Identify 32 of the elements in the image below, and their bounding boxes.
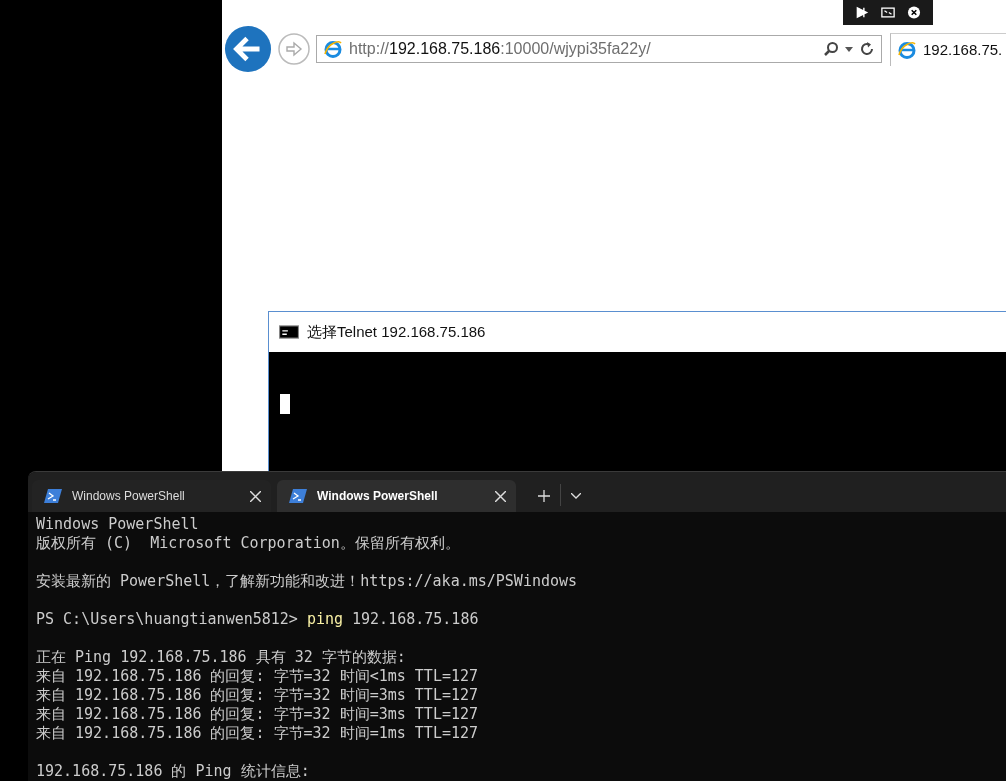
terminal-line: 正在 Ping 192.168.75.186 具有 32 字节的数据:: [36, 648, 407, 667]
close-icon[interactable]: [907, 6, 921, 19]
terminal-line: 来自 192.168.75.186 的回复: 字节=32 时间<1ms TTL=127: [36, 667, 480, 686]
address-bar[interactable]: http://192.168.75.186:10000/wjypi35fa22y/: [316, 35, 882, 63]
close-icon[interactable]: [495, 490, 506, 502]
browser-logo-icon: [323, 39, 343, 59]
terminal-line: 安装最新的 PowerShell，了解新功能和改进！https://aka.ms/PSWindows: [36, 572, 579, 591]
dropdown-icon[interactable]: [571, 493, 581, 499]
prompt-text: PS C:\Users\huangtianwen5812>: [36, 610, 298, 628]
command-text: ping: [306, 610, 344, 628]
terminal-line: Windows PowerShell: [36, 515, 200, 534]
url-text: http://192.168.75.186:10000/wjypi35fa22y/: [349, 40, 652, 58]
window-title: 选择Telnet 192.168.75.186: [307, 322, 486, 342]
terminal-line: 来自 192.168.75.186 的回复: 字节=32 时间=1ms TTL=127: [36, 724, 480, 743]
powershell-icon: [289, 489, 307, 503]
caret-icon[interactable]: [845, 46, 853, 52]
browser-logo-icon: [897, 39, 917, 60]
terminal-line: 来自 192.168.75.186 的回复: 字节=32 时间=3ms TTL=127: [36, 705, 480, 724]
text-cursor: [280, 394, 290, 414]
command-argument: 192.168.75.186: [352, 610, 479, 628]
back-button[interactable]: [224, 25, 272, 73]
terminal-tab[interactable]: Windows PowerShell: [277, 480, 516, 512]
close-icon[interactable]: [250, 490, 261, 502]
powershell-icon: [44, 489, 62, 503]
browser-tab[interactable]: 192.168.75.: [890, 32, 1006, 66]
new-tab-icon[interactable]: [538, 490, 550, 502]
terminal-line: 来自 192.168.75.186 的回复: 字节=32 时间=3ms TTL=127: [36, 686, 480, 705]
refresh-icon[interactable]: [859, 41, 875, 57]
terminal-line: 版权所有 (C) Microsoft Corporation。保留所有权利。: [36, 534, 461, 553]
console-icon: [279, 325, 299, 339]
terminal-line: 192.168.75.186 的 Ping 统计信息:: [36, 762, 311, 781]
search-icon[interactable]: [823, 41, 839, 57]
